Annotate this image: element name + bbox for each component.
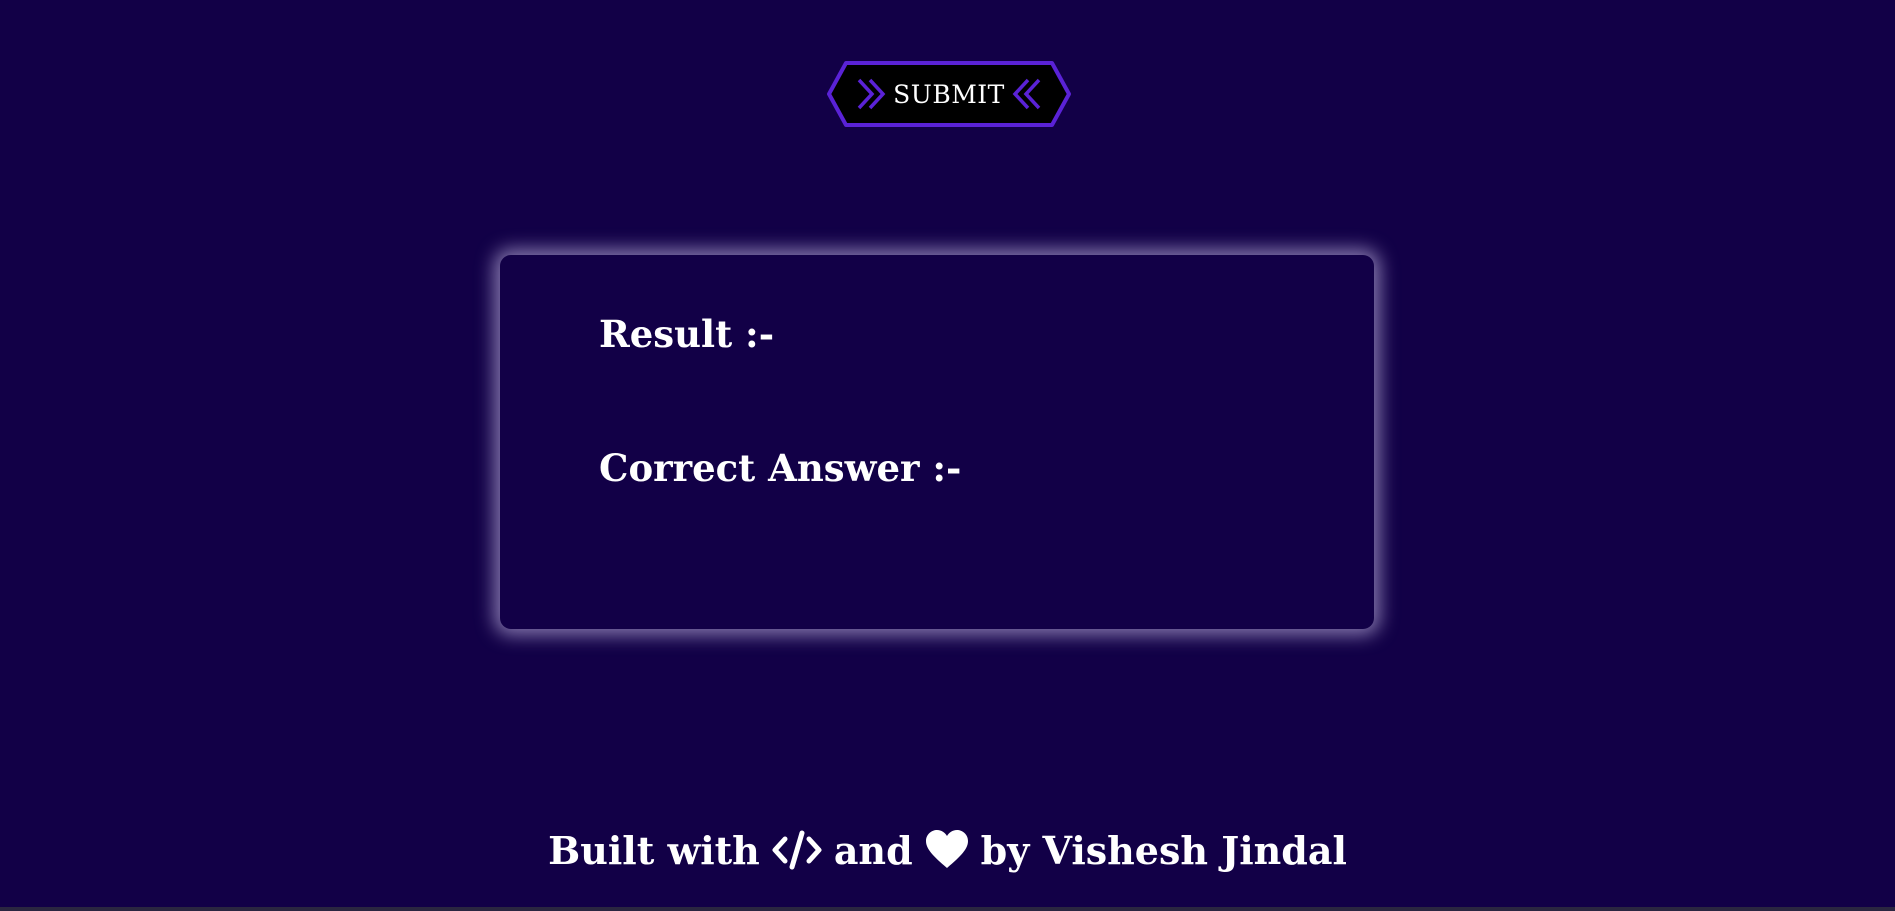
correct-answer-label: Correct Answer :- [599,446,962,490]
heart-icon [925,830,969,870]
result-label: Result :- [599,312,775,356]
footer: Built with and by Vishesh Jindal [0,820,1895,880]
submit-button[interactable]: SUBMIT [826,60,1072,128]
code-icon [772,830,822,870]
footer-middle: and [833,827,913,873]
footer-prefix: Built with [548,827,760,873]
bottom-border [0,907,1895,911]
double-chevron-left-icon [1012,78,1041,110]
result-card: Result :- Correct Answer :- [500,255,1374,629]
footer-suffix: by Vishesh Jindal [980,827,1347,873]
